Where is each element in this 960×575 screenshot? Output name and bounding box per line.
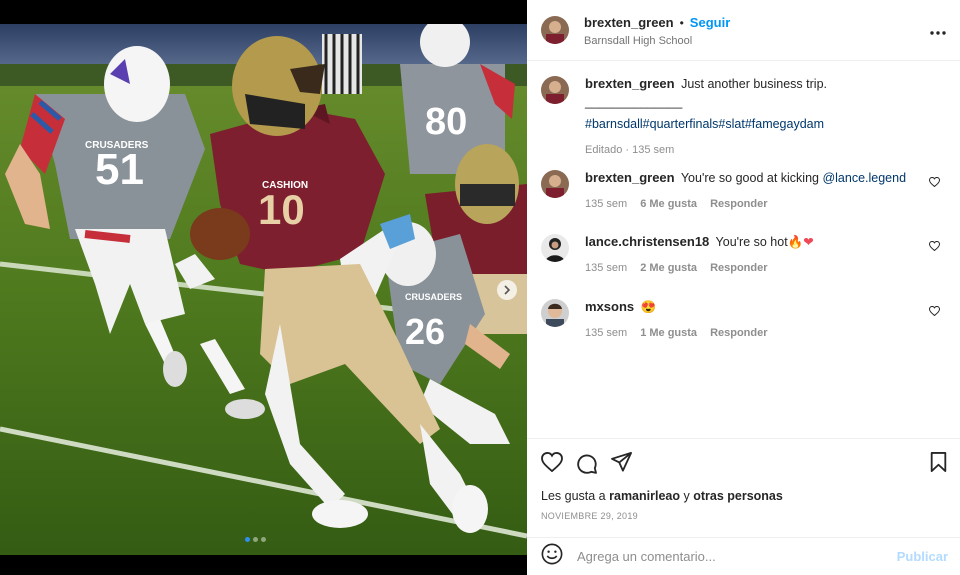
avatar[interactable]	[541, 16, 569, 44]
comment-username[interactable]: brexten_green	[585, 170, 675, 185]
share-icon	[611, 452, 632, 472]
likes-others[interactable]: otras personas	[693, 489, 783, 503]
post-actions: Les gusta a ramanirleao y otras personas…	[527, 438, 960, 521]
likes-user[interactable]: ramanirleao	[609, 489, 680, 503]
comment-username[interactable]: mxsons	[585, 299, 634, 314]
avatar[interactable]	[541, 170, 569, 198]
carousel-dot	[245, 537, 250, 542]
jersey-number-back: 80	[425, 101, 467, 143]
team-name-left: CRUSADERS	[85, 140, 149, 151]
comment-time: 135 sem	[585, 327, 628, 339]
avatar[interactable]	[541, 299, 569, 327]
caption-hashtags[interactable]: #barnsdall#quarterfinals#slat#famegaydam	[585, 116, 925, 132]
more-options-button[interactable]	[930, 22, 946, 40]
likes-prefix: Les gusta a	[541, 489, 606, 503]
carousel-indicator	[245, 537, 266, 542]
comment-button[interactable]	[576, 452, 598, 479]
reply-button[interactable]: Responder	[710, 260, 767, 276]
comment-like-button[interactable]	[928, 303, 941, 321]
avatar[interactable]	[541, 76, 569, 104]
caption-edited: Editado · 135 sem	[585, 144, 675, 156]
more-options-icon	[930, 31, 946, 35]
carousel-dot	[253, 537, 258, 542]
comment-like-button[interactable]	[928, 174, 941, 192]
like-button[interactable]	[541, 451, 563, 477]
share-button[interactable]	[611, 452, 633, 477]
comment-time: 135 sem	[585, 198, 628, 210]
jersey-number-right: 26	[405, 311, 445, 352]
post-username[interactable]: brexten_green	[584, 15, 674, 30]
comment-emoji: 😍	[640, 300, 657, 314]
chevron-right-icon	[504, 285, 511, 295]
caption-divider: ______________	[585, 95, 683, 109]
comments-section: brexten_green Just another business trip…	[527, 62, 960, 438]
heart-icon	[541, 451, 563, 473]
comment-text: You're so good at kicking	[680, 171, 823, 185]
heart-icon	[928, 305, 941, 317]
emoji-button[interactable]	[541, 543, 563, 570]
comment-time: 135 sem	[585, 262, 628, 274]
save-button[interactable]	[930, 452, 947, 477]
caption-username[interactable]: brexten_green	[585, 76, 675, 91]
emoji-icon	[541, 543, 563, 565]
reply-button[interactable]: Responder	[710, 325, 767, 341]
jersey-number-center: 10	[258, 186, 305, 233]
comment-username[interactable]: lance.christensen18	[585, 234, 709, 249]
add-comment-bar: Agrega un comentario... Publicar	[527, 537, 960, 575]
comment-emoji: 🔥❤	[787, 235, 814, 249]
comment-likes[interactable]: 2 Me gusta	[640, 260, 697, 276]
jersey-number-left: 51	[95, 145, 144, 194]
post-header: brexten_green • Seguir Barnsdall High Scho…	[527, 0, 960, 61]
avatar[interactable]	[541, 234, 569, 262]
reply-button[interactable]: Responder	[710, 196, 767, 212]
carousel-dot	[261, 537, 266, 542]
post-date[interactable]: NOVIEMBRE 29, 2019	[541, 511, 638, 521]
comment-like-button[interactable]	[928, 238, 941, 256]
likes-connector: y	[683, 489, 690, 503]
team-name-right: CRUSADERS	[405, 292, 462, 302]
post-location[interactable]: Barnsdall High School	[584, 35, 730, 47]
carousel-next-button[interactable]	[497, 280, 517, 300]
bookmark-icon	[930, 452, 947, 472]
comment-likes[interactable]: 6 Me gusta	[640, 196, 697, 212]
post-media-panel: 80 51 CRUSADERS 26 CRUSADERS 10 CASHION	[0, 0, 527, 575]
separator-dot: •	[679, 15, 684, 30]
comment-likes[interactable]: 1 Me gusta	[640, 325, 697, 341]
post-side-panel: brexten_green • Seguir Barnsdall High Scho…	[527, 0, 960, 575]
heart-icon	[928, 240, 941, 252]
publish-button[interactable]: Publicar	[897, 549, 948, 564]
heart-icon	[928, 176, 941, 188]
comment-input[interactable]: Agrega un comentario...	[577, 549, 897, 564]
likes-summary: Les gusta a ramanirleao y otras personas	[541, 489, 783, 503]
comment-icon	[577, 454, 597, 474]
post-photo[interactable]: 80 51 CRUSADERS 26 CRUSADERS 10 CASHION	[0, 24, 527, 555]
comment-text: You're so hot	[715, 235, 788, 249]
follow-button[interactable]: Seguir	[690, 15, 730, 30]
jersey-name-center: CASHION	[262, 180, 308, 191]
comment-mention[interactable]: @lance.legend	[822, 171, 906, 185]
caption-text: Just another business trip.	[681, 77, 827, 91]
